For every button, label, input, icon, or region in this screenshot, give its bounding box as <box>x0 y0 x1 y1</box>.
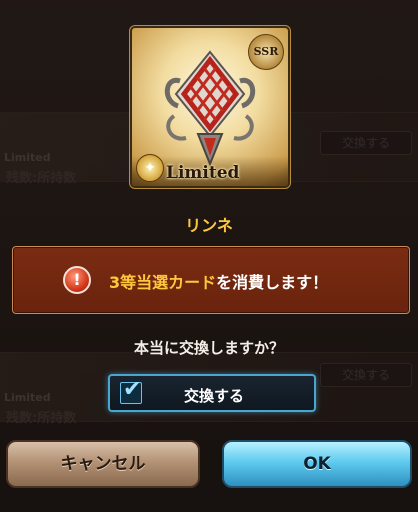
warning-highlight: 3等当選カード <box>109 273 217 292</box>
star-icon: ✦ <box>136 154 164 182</box>
character-card: SSR ✦ Limited <box>132 28 288 186</box>
exchange-checkbox[interactable]: ✔ 交換する <box>108 374 316 412</box>
ok-button[interactable]: OK <box>222 440 412 488</box>
cancel-button[interactable]: キャンセル <box>6 440 200 488</box>
exchange-checkbox-label: 交換する <box>183 387 244 405</box>
ssr-badge: SSR <box>248 34 284 70</box>
exclamation-icon: ! <box>63 266 91 294</box>
warning-message: を消費します！ <box>216 273 329 292</box>
limited-label: Limited <box>166 163 240 183</box>
endless-knot-icon <box>164 50 256 166</box>
confirm-question: 本当に交換しますか？ <box>133 339 284 357</box>
warning-text: 3等当選カードを消費します！ <box>109 269 328 293</box>
character-name: リンネ <box>185 216 233 235</box>
warning-box: ! 3等当選カードを消費します！ <box>12 246 410 314</box>
